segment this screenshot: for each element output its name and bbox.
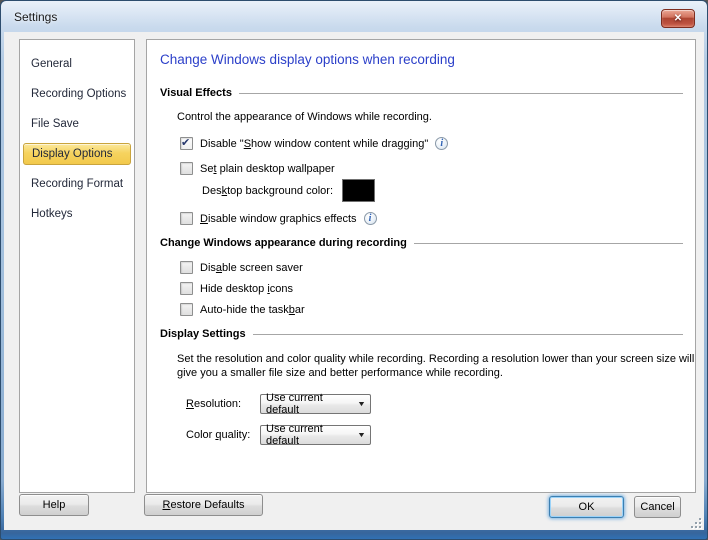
settings-sidebar: General Recording Options File Save Disp… [19, 39, 135, 493]
sidebar-item-recording-options[interactable]: Recording Options [23, 79, 131, 109]
hide-icons-row: Hide desktop icons [180, 282, 683, 295]
sidebar-item-file-save[interactable]: File Save [23, 109, 131, 139]
section-visual-effects-header: Visual Effects [160, 87, 683, 99]
hide-desktop-icons-checkbox[interactable] [180, 282, 193, 295]
desktop-bg-color-swatch[interactable] [342, 179, 375, 202]
resolution-row: Resolution: Use current default ▼ [186, 394, 683, 414]
help-button[interactable]: Help [19, 494, 89, 516]
autohide-taskbar-checkbox[interactable] [180, 303, 193, 316]
sidebar-item-display-options[interactable]: Display Options [23, 143, 131, 165]
cancel-button[interactable]: Cancel [634, 496, 681, 518]
disable-effects-checkbox[interactable] [180, 212, 193, 225]
main-panel: Change Windows display options when reco… [146, 39, 696, 493]
autohide-taskbar-row: Auto-hide the taskbar [180, 303, 683, 316]
title-bar[interactable]: Settings ✕ [1, 1, 707, 32]
resize-grip[interactable] [690, 517, 702, 529]
color-quality-dropdown[interactable]: Use current default ▼ [260, 425, 371, 445]
color-quality-row: Color quality: Use current default ▼ [186, 425, 683, 445]
screensaver-row: Disable screen saver [180, 261, 683, 274]
section-title: Change Windows appearance during recordi… [160, 237, 407, 249]
disable-drag-checkbox[interactable] [180, 137, 193, 150]
plain-wallpaper-row: Set plain desktop wallpaper [180, 162, 683, 175]
info-icon[interactable]: i [364, 212, 377, 225]
display-settings-description: Set the resolution and color quality whi… [177, 352, 696, 380]
info-icon[interactable]: i [435, 137, 448, 150]
hide-desktop-icons-label[interactable]: Hide desktop icons [200, 283, 293, 295]
close-button[interactable]: ✕ [661, 9, 695, 28]
section-title: Display Settings [160, 328, 246, 340]
chevron-down-icon: ▼ [357, 432, 366, 439]
dropdown-value: Use current default [266, 392, 358, 416]
section-appearance-header: Change Windows appearance during recordi… [160, 237, 683, 249]
window-title: Settings [1, 10, 57, 24]
chevron-down-icon: ▼ [357, 401, 366, 408]
disable-screensaver-checkbox[interactable] [180, 261, 193, 274]
sidebar-item-hotkeys[interactable]: Hotkeys [23, 199, 131, 229]
close-icon: ✕ [674, 13, 682, 24]
disable-drag-label[interactable]: Disable "Show window content while dragg… [200, 138, 428, 150]
visual-effects-intro: Control the appearance of Windows while … [177, 111, 683, 123]
dialog-client-area: General Recording Options File Save Disp… [4, 32, 704, 530]
autohide-taskbar-label[interactable]: Auto-hide the taskbar [200, 304, 305, 316]
section-rule [239, 93, 683, 94]
disable-effects-row: Disable window graphics effects i [180, 212, 683, 225]
plain-wallpaper-checkbox[interactable] [180, 162, 193, 175]
resolution-dropdown[interactable]: Use current default ▼ [260, 394, 371, 414]
section-rule [414, 243, 683, 244]
section-display-settings-header: Display Settings [160, 328, 683, 340]
section-title: Visual Effects [160, 87, 232, 99]
disable-screensaver-label[interactable]: Disable screen saver [200, 262, 303, 274]
desktop-bg-color-row: Desktop background color: [202, 179, 683, 202]
plain-wallpaper-label[interactable]: Set plain desktop wallpaper [200, 163, 335, 175]
section-rule [253, 334, 683, 335]
dropdown-value: Use current default [266, 423, 358, 447]
ok-button[interactable]: OK [549, 496, 624, 518]
disable-drag-row: Disable "Show window content while dragg… [180, 137, 683, 150]
disable-effects-label[interactable]: Disable window graphics effects [200, 213, 357, 225]
resolution-label: Resolution: [186, 398, 260, 410]
sidebar-item-recording-format[interactable]: Recording Format [23, 169, 131, 199]
sidebar-item-general[interactable]: General [23, 49, 131, 79]
desktop-bg-color-label: Desktop background color: [202, 185, 333, 197]
restore-defaults-button[interactable]: Restore Defaults [144, 494, 263, 516]
settings-window: Settings ✕ General Recording Options Fil… [0, 0, 708, 540]
color-quality-label: Color quality: [186, 429, 260, 441]
page-title: Change Windows display options when reco… [160, 52, 683, 67]
